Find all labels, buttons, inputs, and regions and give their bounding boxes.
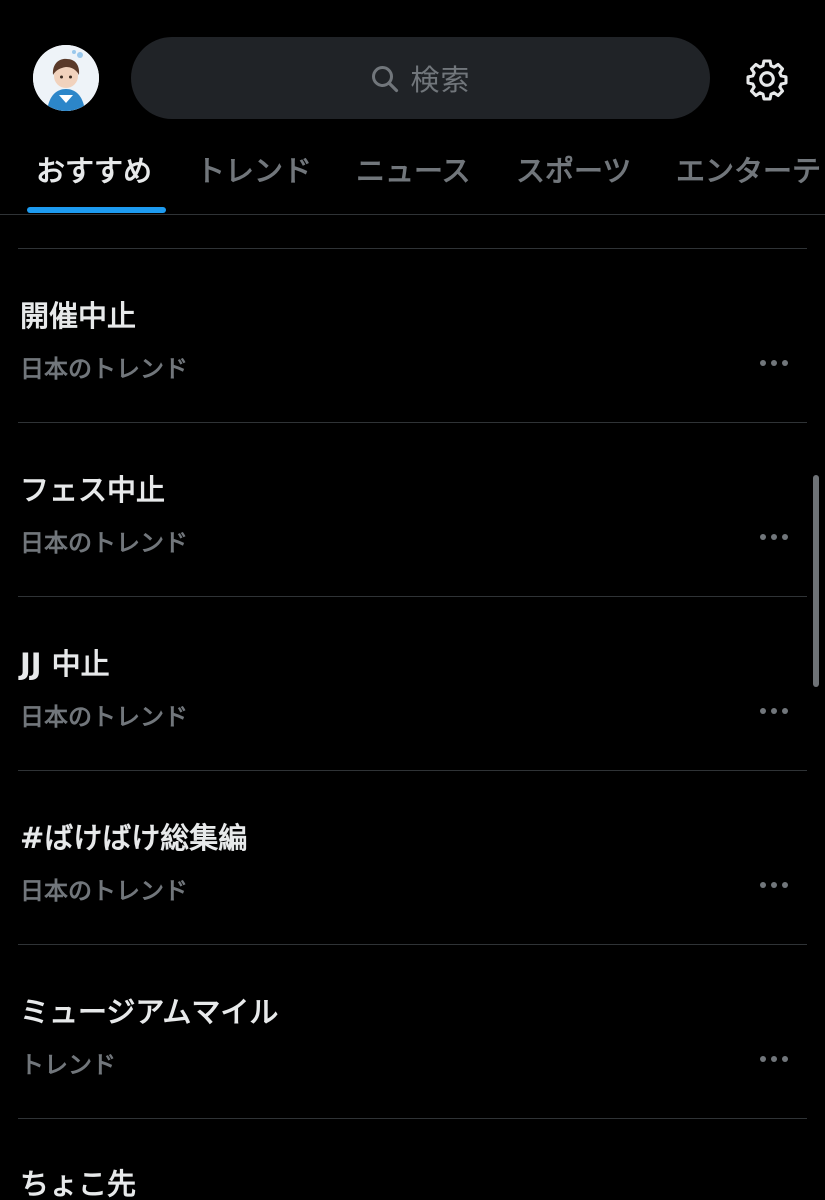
more-button[interactable]: [756, 875, 792, 895]
gear-icon: [746, 59, 788, 101]
more-horizontal-icon: [760, 1056, 788, 1062]
tab-entertainment[interactable]: エンターテ: [676, 148, 821, 190]
divider: [18, 248, 807, 249]
divider: [18, 596, 807, 597]
tab-news[interactable]: ニュース: [356, 148, 471, 190]
divider: [18, 770, 807, 771]
divider: [18, 1118, 807, 1119]
trend-title[interactable]: #ばけばけ総集編: [20, 815, 247, 857]
tab-sports[interactable]: スポーツ: [516, 148, 631, 190]
trend-list: 開催中止 日本のトレンド フェス中止 日本のトレンド JJ 中止 日本のトレンド…: [0, 215, 825, 1200]
explore-screen: 検索 おすすめ トレンド ニュース スポーツ エンターテ 開催中止 日本のトレン…: [0, 0, 825, 1200]
more-button[interactable]: [756, 353, 792, 373]
trend-context: 日本のトレンド: [20, 877, 188, 905]
search-icon: [372, 66, 399, 93]
trend-title[interactable]: 開催中止: [20, 293, 136, 335]
settings-button[interactable]: [744, 56, 790, 102]
divider: [18, 422, 807, 423]
trend-title[interactable]: ミュージアムマイル: [20, 989, 278, 1031]
more-horizontal-icon: [760, 534, 788, 540]
more-horizontal-icon: [760, 882, 788, 888]
trend-title[interactable]: JJ 中止: [20, 641, 110, 683]
trend-context: 日本のトレンド: [20, 703, 188, 731]
more-horizontal-icon: [760, 360, 788, 366]
tab-trending[interactable]: トレンド: [196, 148, 312, 190]
more-button[interactable]: [756, 1049, 792, 1069]
scrollbar[interactable]: [813, 475, 819, 687]
more-button[interactable]: [756, 701, 792, 721]
avatar[interactable]: [33, 45, 99, 111]
search-placeholder: 検索: [410, 63, 471, 97]
trend-context: 日本のトレンド: [20, 529, 188, 557]
tab-recommended[interactable]: おすすめ: [36, 148, 152, 190]
more-button[interactable]: [756, 527, 792, 547]
top-bar: 検索: [0, 0, 825, 150]
divider: [18, 944, 807, 945]
avatar-image: [33, 45, 99, 111]
search-input[interactable]: 検索: [131, 37, 710, 119]
trend-title[interactable]: フェス中止: [20, 467, 165, 509]
trend-context: トレンド: [20, 1051, 116, 1079]
active-tab-indicator: [27, 207, 166, 213]
trend-title[interactable]: ちょこ先: [20, 1161, 136, 1200]
explore-tabs: おすすめ トレンド ニュース スポーツ エンターテ: [0, 140, 825, 215]
more-horizontal-icon: [760, 708, 788, 714]
trend-context: 日本のトレンド: [20, 355, 188, 383]
